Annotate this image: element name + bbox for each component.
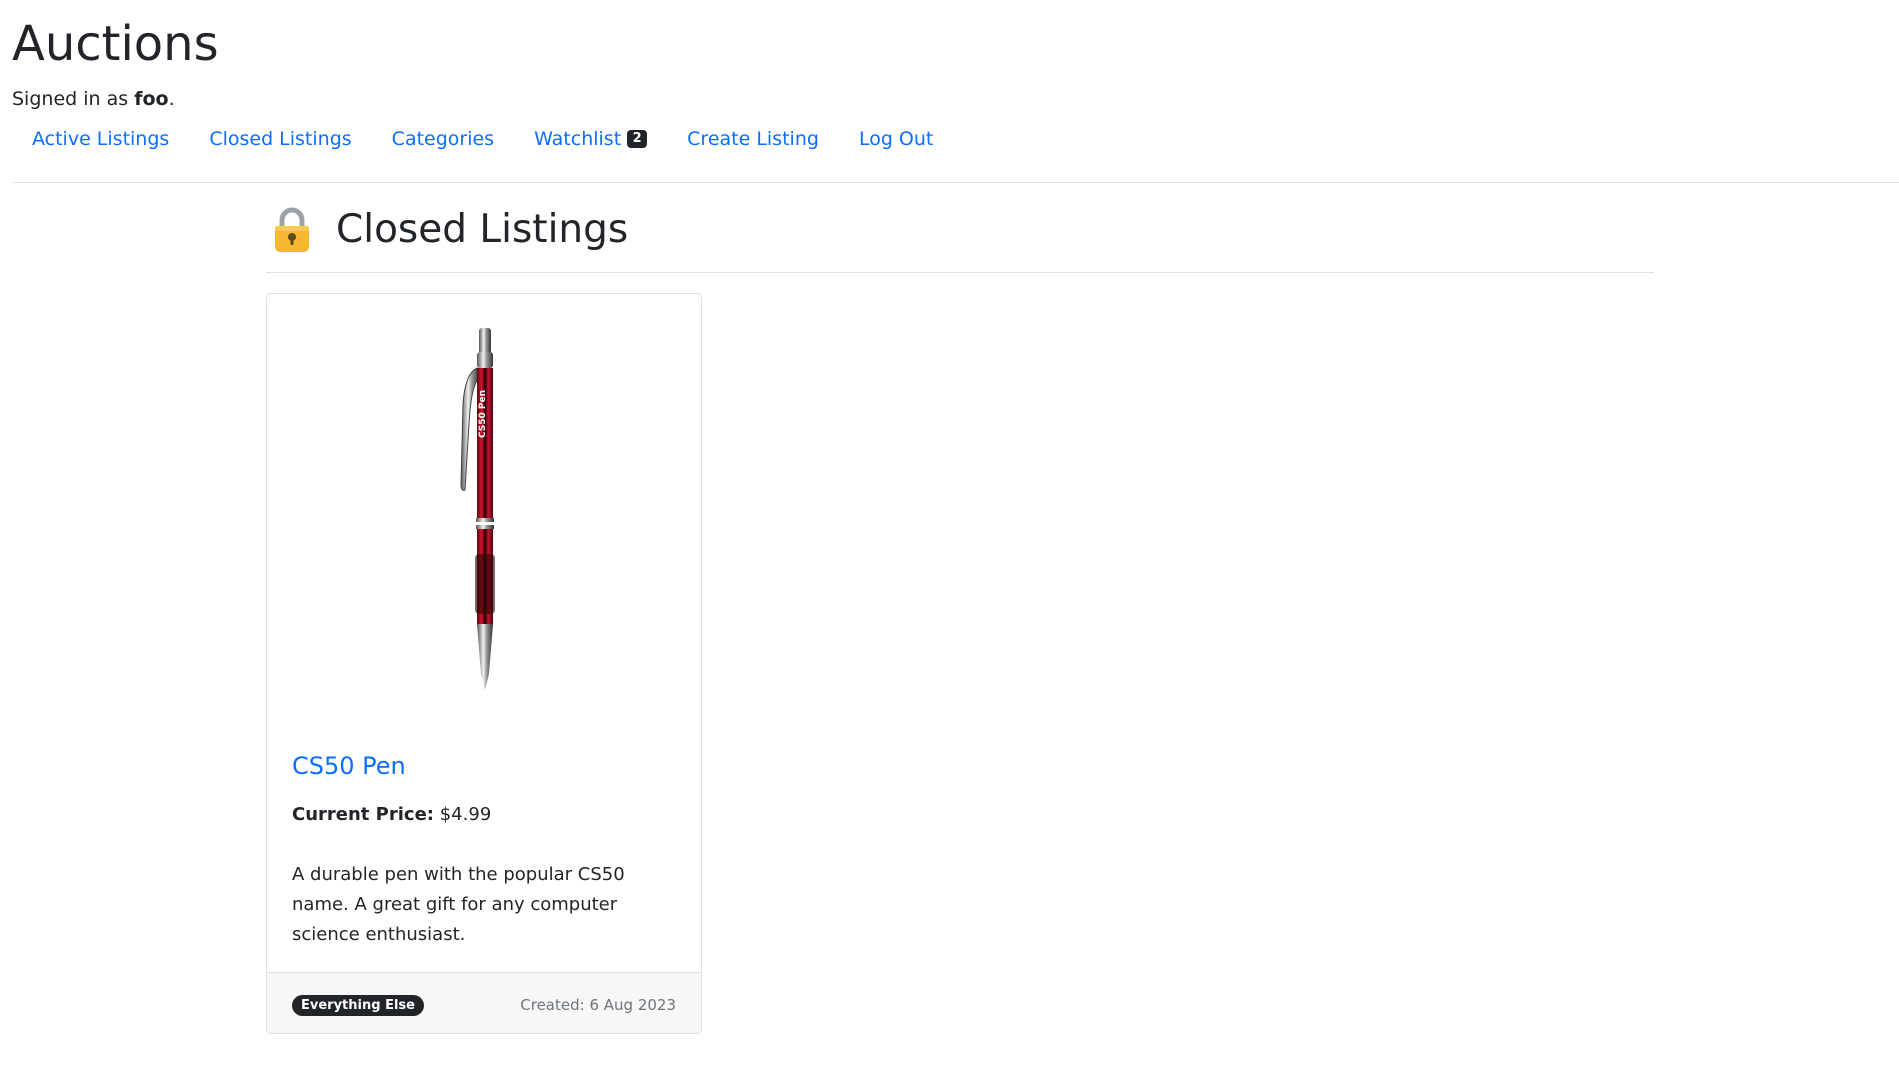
page-heading: Closed Listings <box>336 207 629 252</box>
nav-divider <box>12 182 1899 183</box>
pen-image: CS50 Pen <box>460 328 495 690</box>
nav-create-listing[interactable]: Create Listing <box>667 125 839 153</box>
username: foo <box>134 88 169 110</box>
nav-categories[interactable]: Categories <box>372 125 514 153</box>
created-date: Created: 6 Aug 2023 <box>520 996 676 1014</box>
price-label: Current Price: <box>292 804 434 825</box>
signed-in-status: Signed in as foo. <box>12 86 175 112</box>
listing-image[interactable]: CS50 Pen <box>267 294 701 734</box>
listing-price: Current Price: $4.99 <box>292 802 678 828</box>
page: Auctions Signed in as foo. Active Listin… <box>0 0 1899 1079</box>
listing-card: CS50 Pen CS50 Pen Current Price: $4.99 A… <box>266 293 702 1034</box>
category-badge: Everything Else <box>292 995 424 1016</box>
section-header: Closed Listings <box>272 205 628 255</box>
lock-icon <box>272 207 312 253</box>
section-divider <box>266 272 1654 273</box>
pen-imprint-text: CS50 Pen <box>478 390 488 438</box>
main-nav: Active Listings Closed Listings Categori… <box>12 125 953 153</box>
watchlist-count-badge: 2 <box>627 130 648 148</box>
signed-in-suffix: . <box>168 88 175 110</box>
nav-watchlist[interactable]: Watchlist 2 <box>514 125 667 153</box>
listing-card-body: CS50 Pen Current Price: $4.99 A durable … <box>292 750 678 950</box>
site-title: Auctions <box>12 16 219 72</box>
signed-in-prefix: Signed in as <box>12 88 135 110</box>
nav-watchlist-label: Watchlist <box>534 128 622 150</box>
listing-description: A durable pen with the popular CS50 name… <box>292 864 625 945</box>
listing-card-footer: Everything Else Created: 6 Aug 2023 <box>267 972 701 1033</box>
nav-active-listings[interactable]: Active Listings <box>12 125 189 153</box>
price-value: $4.99 <box>439 804 492 825</box>
nav-log-out[interactable]: Log Out <box>839 125 953 153</box>
nav-closed-listings[interactable]: Closed Listings <box>189 125 371 153</box>
listing-title-link[interactable]: CS50 Pen <box>292 750 678 782</box>
